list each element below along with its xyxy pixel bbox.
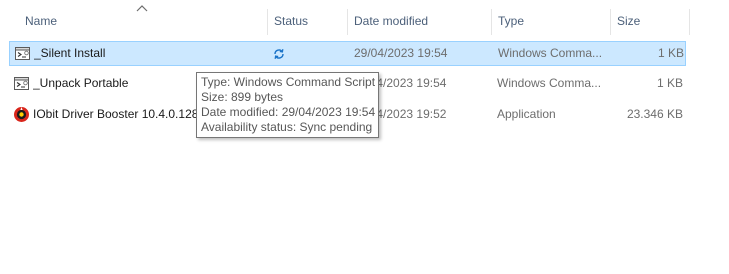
type-cell: Application bbox=[497, 107, 556, 121]
type-cell: Windows Comma... bbox=[498, 46, 603, 60]
column-header-type[interactable]: Type bbox=[491, 9, 610, 35]
file-name: _Silent Install bbox=[34, 46, 106, 60]
file-info-tooltip: Type: Windows Command Script Size: 899 b… bbox=[196, 72, 379, 138]
size-cell: 1 KB bbox=[657, 46, 684, 60]
file-row[interactable]: _Silent Install 29/04/2023 19:54 Windows… bbox=[9, 41, 686, 66]
tooltip-date-modified: Date modified: 29/04/2023 19:54 bbox=[201, 105, 376, 119]
column-header-name[interactable]: Name bbox=[19, 9, 267, 35]
type-cell: Windows Comma... bbox=[497, 76, 602, 90]
driver-booster-app-icon bbox=[14, 107, 29, 122]
column-header-date-modified[interactable]: Date modified bbox=[347, 9, 491, 35]
tooltip-size: Size: 899 bytes bbox=[201, 90, 284, 104]
size-cell: 1 KB bbox=[656, 76, 683, 90]
size-cell: 23.346 KB bbox=[626, 107, 683, 121]
date-modified-cell: 29/04/2023 19:54 bbox=[354, 46, 448, 60]
script-file-icon bbox=[15, 47, 30, 60]
tooltip-availability-status: Availability status: Sync pending bbox=[201, 120, 373, 134]
column-header-row: Name Status Date modified Type Size bbox=[0, 0, 729, 38]
tooltip-type: Type: Windows Command Script bbox=[201, 75, 376, 89]
sync-pending-icon bbox=[274, 49, 284, 59]
script-file-icon bbox=[14, 77, 29, 90]
column-header-size[interactable]: Size bbox=[610, 9, 690, 35]
status-cell bbox=[268, 42, 338, 65]
column-header-status[interactable]: Status bbox=[267, 9, 347, 35]
